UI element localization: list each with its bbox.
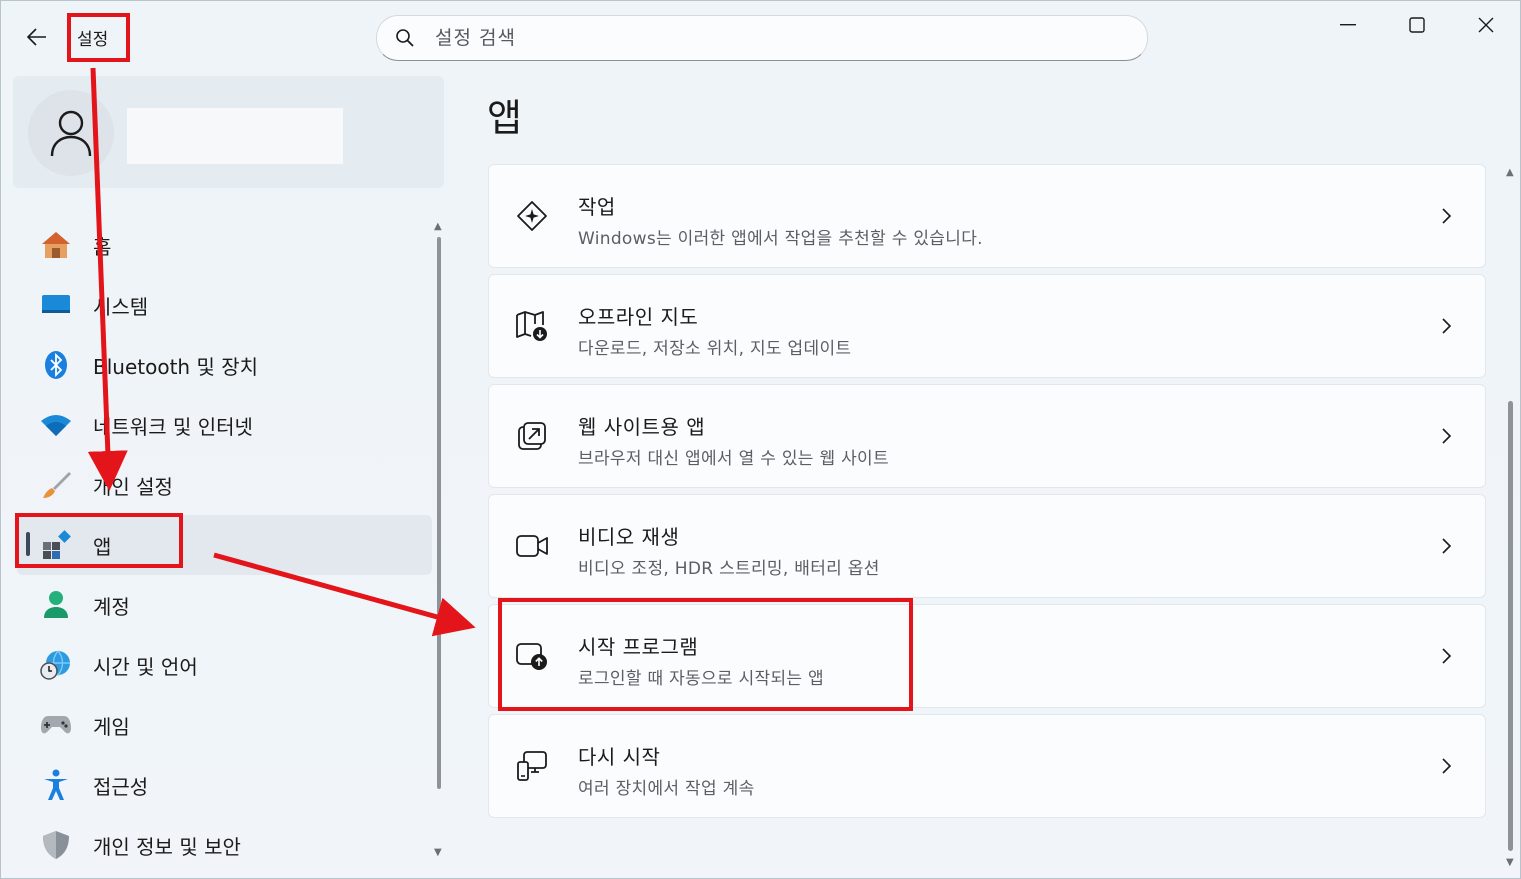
- card-subtitle: Windows는 이러한 앱에서 작업을 추천할 수 있습니다.: [578, 229, 983, 249]
- sidebar-nav: 홈 시스템 Bluetooth 및 장치 네트워크 및 인터넷 개인 설정 앱 …: [17, 215, 432, 875]
- close-icon: [1478, 17, 1494, 33]
- back-button[interactable]: [21, 21, 53, 53]
- minimize-button[interactable]: [1328, 9, 1368, 41]
- offline-map-icon: [515, 309, 549, 343]
- page-title: 앱: [487, 96, 522, 140]
- user-icon: [50, 110, 92, 157]
- resume-devices-icon: [515, 749, 549, 783]
- apps-icon: [39, 528, 73, 562]
- chevron-right-icon: [1437, 313, 1457, 339]
- card-resume[interactable]: 다시 시작 여러 장치에서 작업 계속: [488, 714, 1486, 818]
- wifi-icon: [39, 408, 73, 442]
- card-video-playback[interactable]: 비디오 재생 비디오 조정, HDR 스트리밍, 배터리 옵션: [488, 494, 1486, 598]
- app-title: 설정: [77, 30, 109, 50]
- sidebar-item-apps[interactable]: 앱: [17, 515, 432, 575]
- brush-icon: [39, 468, 73, 502]
- globe-clock-icon: [39, 648, 73, 682]
- sidebar-item-personalization[interactable]: 개인 설정: [17, 455, 432, 515]
- card-actions[interactable]: 작업 Windows는 이러한 앱에서 작업을 추천할 수 있습니다.: [488, 164, 1486, 268]
- card-offline-maps[interactable]: 오프라인 지도 다운로드, 저장소 위치, 지도 업데이트: [488, 274, 1486, 378]
- bluetooth-icon: [39, 348, 73, 382]
- sidebar-item-bluetooth[interactable]: Bluetooth 및 장치: [17, 335, 432, 395]
- sidebar-item-privacy-security[interactable]: 개인 정보 및 보안: [17, 815, 432, 875]
- avatar: [28, 90, 114, 176]
- chevron-right-icon: [1437, 423, 1457, 449]
- sidebar-item-system[interactable]: 시스템: [17, 275, 432, 335]
- minimize-icon: [1340, 24, 1356, 26]
- actions-icon: [515, 199, 549, 233]
- sidebar-scroll-down-icon[interactable]: ▼: [434, 847, 442, 858]
- settings-window: 설정 홈: [0, 0, 1521, 879]
- card-subtitle: 다운로드, 저장소 위치, 지도 업데이트: [578, 339, 852, 359]
- accessibility-icon: [39, 768, 73, 802]
- sidebar-item-accessibility[interactable]: 접근성: [17, 755, 432, 815]
- sidebar-scroll-up-icon[interactable]: ▲: [434, 221, 442, 232]
- settings-card-list: 작업 Windows는 이러한 앱에서 작업을 추천할 수 있습니다. 오프라인…: [488, 164, 1486, 824]
- system-icon: [39, 288, 73, 322]
- card-title: 다시 시작: [578, 745, 661, 769]
- card-subtitle: 여러 장치에서 작업 계속: [578, 779, 755, 799]
- card-title: 작업: [578, 195, 616, 219]
- card-subtitle: 비디오 조정, HDR 스트리밍, 배터리 옵션: [578, 559, 880, 579]
- sidebar-scrollbar[interactable]: [437, 237, 441, 789]
- card-title: 시작 프로그램: [578, 635, 699, 659]
- sidebar-item-time-language[interactable]: 시간 및 언어: [17, 635, 432, 695]
- card-title: 웹 사이트용 앱: [578, 415, 706, 439]
- chevron-right-icon: [1437, 643, 1457, 669]
- card-startup[interactable]: 시작 프로그램 로그인할 때 자동으로 시작되는 앱: [488, 604, 1486, 708]
- main-scrollbar[interactable]: [1508, 401, 1513, 851]
- sidebar-item-accounts[interactable]: 계정: [17, 575, 432, 635]
- profile-card[interactable]: [13, 76, 444, 188]
- account-icon: [39, 588, 73, 622]
- gamepad-icon: [39, 708, 73, 742]
- maximize-button[interactable]: [1397, 9, 1437, 41]
- profile-name-redacted: [127, 108, 343, 164]
- close-button[interactable]: [1466, 9, 1506, 41]
- chevron-right-icon: [1437, 533, 1457, 559]
- sidebar-item-gaming[interactable]: 게임: [17, 695, 432, 755]
- startup-icon: [515, 639, 549, 673]
- card-title: 비디오 재생: [578, 525, 680, 549]
- card-subtitle: 브라우저 대신 앱에서 열 수 있는 웹 사이트: [578, 449, 889, 469]
- shield-icon: [39, 828, 73, 862]
- search-box[interactable]: [376, 15, 1148, 61]
- search-input[interactable]: [435, 27, 1115, 49]
- main-scroll-up-icon[interactable]: ▲: [1506, 167, 1514, 178]
- back-arrow-icon: [27, 28, 46, 46]
- sidebar-item-home[interactable]: 홈: [17, 215, 432, 275]
- chevron-right-icon: [1437, 753, 1457, 779]
- main-scroll-down-icon[interactable]: ▼: [1506, 857, 1514, 868]
- home-icon: [39, 228, 73, 262]
- card-apps-for-websites[interactable]: 웹 사이트용 앱 브라우저 대신 앱에서 열 수 있는 웹 사이트: [488, 384, 1486, 488]
- sidebar-item-network[interactable]: 네트워크 및 인터넷: [17, 395, 432, 455]
- card-subtitle: 로그인할 때 자동으로 시작되는 앱: [578, 669, 824, 689]
- chevron-right-icon: [1437, 203, 1457, 229]
- video-camera-icon: [515, 529, 549, 563]
- open-external-icon: [515, 419, 549, 453]
- selected-indicator: [26, 532, 30, 556]
- maximize-icon: [1409, 17, 1425, 33]
- card-title: 오프라인 지도: [578, 305, 699, 329]
- search-icon: [396, 29, 414, 47]
